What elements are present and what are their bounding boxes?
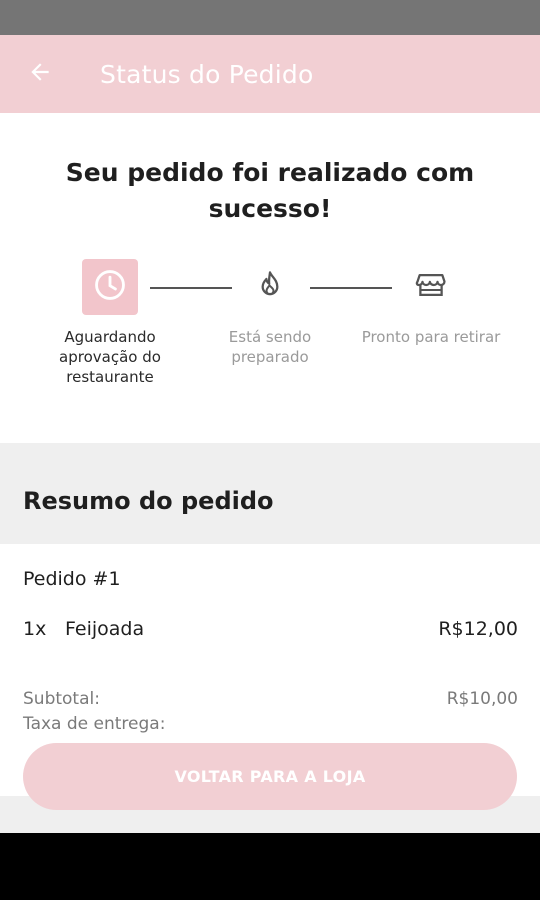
- clock-icon: [93, 268, 127, 306]
- order-status-content: Seu pedido foi realizado com sucesso! Ag…: [0, 113, 540, 833]
- success-headline: Seu pedido foi realizado com sucesso!: [65, 158, 475, 223]
- app-bar: Status do Pedido: [0, 35, 540, 113]
- step-ready-for-pickup: [403, 259, 459, 315]
- item-quantity: 1x: [23, 618, 47, 640]
- system-navigation-bar: [0, 833, 540, 900]
- summary-title: Resumo do pedido: [23, 487, 274, 515]
- step-label-preparing: Está sendo preparado: [228, 328, 312, 366]
- storefront-icon: [414, 268, 448, 306]
- system-status-bar: [0, 0, 540, 35]
- back-to-store-button[interactable]: VOLTAR PARA A LOJA: [23, 743, 517, 810]
- step-awaiting-approval: [82, 259, 138, 315]
- item-price: R$12,00: [438, 618, 518, 640]
- delivery-fee-label: Taxa de entrega:: [23, 714, 166, 734]
- order-summary-header: Resumo do pedido: [0, 443, 540, 544]
- item-name: Feijoada: [65, 618, 145, 640]
- subtotal-value: R$10,00: [446, 689, 518, 709]
- order-progress-tracker: Aguardando aprovação do restaurante Está…: [0, 259, 540, 399]
- arrow-left-icon: [27, 59, 53, 89]
- step-label-ready: Pronto para retirar: [361, 328, 501, 346]
- step-connector: [310, 287, 392, 289]
- flame-icon: [254, 269, 286, 305]
- step-preparing: [242, 259, 298, 315]
- order-number: Pedido #1: [23, 568, 121, 590]
- page-title: Status do Pedido: [100, 59, 314, 89]
- subtotal-label: Subtotal:: [23, 689, 100, 709]
- step-label-awaiting: Aguardando aprovação do restaurante: [59, 328, 161, 386]
- step-connector: [150, 287, 232, 289]
- back-button[interactable]: [18, 52, 62, 96]
